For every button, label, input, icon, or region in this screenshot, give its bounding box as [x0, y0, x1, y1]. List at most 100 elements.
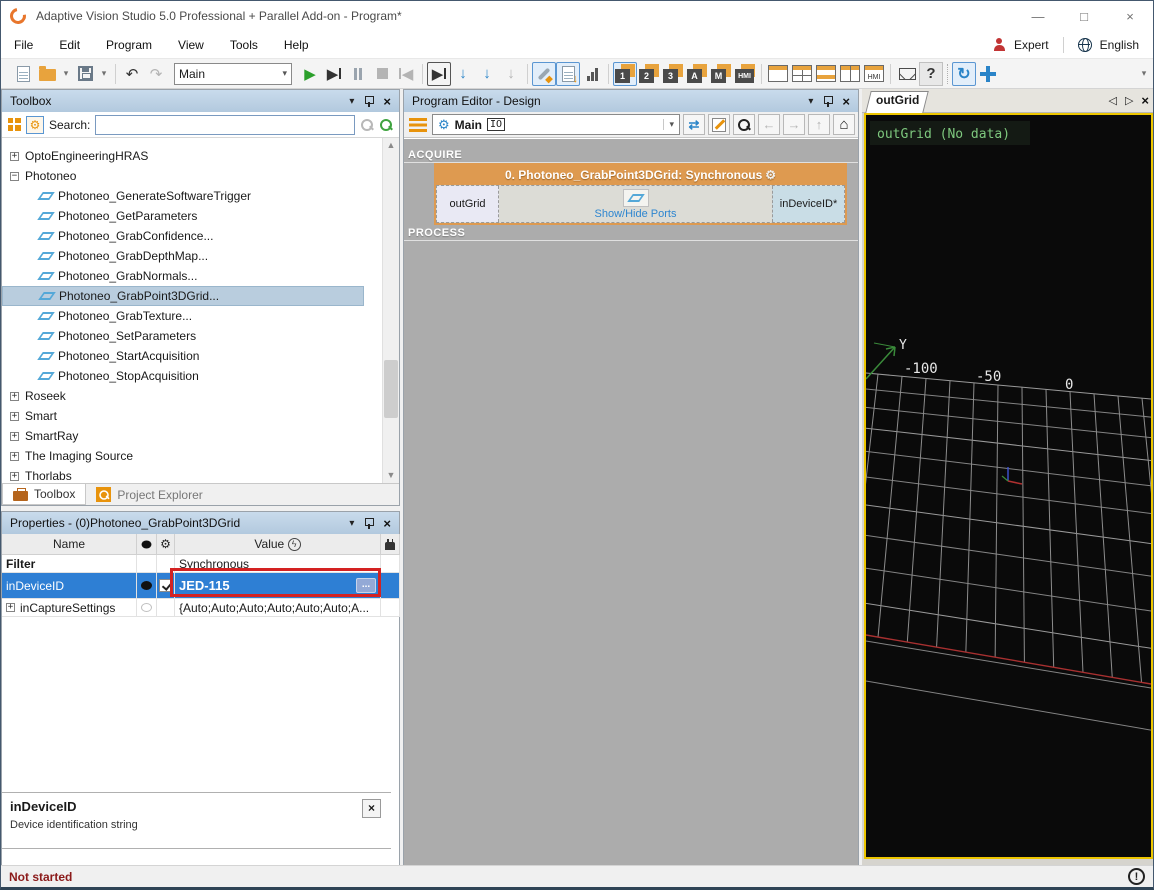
layout-single-button[interactable] [766, 62, 790, 86]
description-close-button[interactable]: × [362, 799, 381, 818]
tree-group-photoneo[interactable]: −Photoneo [2, 166, 399, 186]
tree-group-smartray[interactable]: +SmartRay [2, 426, 399, 446]
menu-program[interactable]: Program [93, 38, 165, 52]
pin-icon[interactable] [823, 95, 832, 107]
tree-item-grabconfidence[interactable]: Photoneo_GrabConfidence... [2, 226, 399, 246]
find-button[interactable] [733, 114, 755, 135]
combo-dropdown-arrow[interactable]: ▾ [276, 68, 287, 79]
menu-tools[interactable]: Tools [217, 38, 271, 52]
section-3-button[interactable]: 3 [661, 62, 685, 86]
tree-group-optoengineering[interactable]: +OptoEngineeringHRAS [2, 146, 399, 166]
clear-search-icon[interactable] [360, 118, 374, 132]
tools-wrench-toggle[interactable] [532, 62, 556, 86]
prop-row-indeviceid-check[interactable] [157, 573, 175, 599]
tree-scrollbar[interactable]: ▲▼ [382, 138, 399, 483]
prop-row-incapturesettings-eye[interactable] [137, 599, 157, 617]
tree-group-thorlabs[interactable]: +Thorlabs [2, 466, 399, 483]
filter-settings-toggle[interactable]: ⚙ [26, 116, 44, 134]
toolbar-overflow-button[interactable]: ▾ [1139, 62, 1153, 86]
program-outline-toggle[interactable]: ↓ [556, 62, 580, 86]
undo-button[interactable]: ↶ [120, 62, 144, 86]
expander-icon[interactable]: + [6, 603, 15, 612]
tree-item-grabnormals[interactable]: Photoneo_GrabNormals... [2, 266, 399, 286]
combo-dropdown-arrow[interactable]: ▾ [663, 119, 674, 130]
tab-outgrid[interactable]: outGrid [876, 93, 919, 107]
macrofilter-list-button[interactable] [407, 113, 429, 137]
save-dropdown-arrow[interactable]: ▾ [97, 62, 111, 86]
redo-button[interactable]: ↷ [144, 62, 168, 86]
layout-rows-button[interactable] [814, 62, 838, 86]
tab-toolbox[interactable]: Toolbox [2, 484, 86, 505]
menu-view[interactable]: View [165, 38, 217, 52]
navigate-up-button[interactable]: ↑ [808, 114, 830, 135]
layout-columns-button[interactable] [838, 62, 862, 86]
layout-quad-button[interactable] [790, 62, 814, 86]
panel-menu-arrow-icon[interactable]: ▾ [349, 96, 354, 107]
stop-button[interactable] [370, 62, 394, 86]
panel-menu-arrow-icon[interactable]: ▾ [349, 518, 354, 529]
tab-project-explorer[interactable]: Project Explorer [86, 484, 212, 505]
prop-row-indeviceid-eye[interactable] [137, 573, 157, 599]
open-program-button[interactable] [35, 62, 59, 86]
layout-hmi-button[interactable]: HMI [862, 62, 886, 86]
language-button[interactable]: English [1100, 38, 1139, 52]
prop-row-filter-name[interactable]: Filter [2, 555, 137, 573]
open-dropdown-arrow[interactable]: ▾ [59, 62, 73, 86]
statistics-button[interactable] [580, 62, 604, 86]
tree-item-generatesoftwaretrigger[interactable]: Photoneo_GenerateSoftwareTrigger [2, 186, 399, 206]
show-hide-ports[interactable]: Show/Hide Ports [499, 186, 772, 222]
run-button[interactable]: ▶ [298, 62, 322, 86]
prop-row-filter-value[interactable]: Synchronous [175, 555, 381, 573]
section-main-button[interactable]: M [709, 62, 733, 86]
panel-close-icon[interactable]: × [842, 94, 850, 109]
tree-item-grabtexture[interactable]: Photoneo_GrabTexture... [2, 306, 399, 326]
navigate-forward-button[interactable]: → [783, 114, 805, 135]
search-input[interactable] [95, 115, 355, 135]
expert-mode-button[interactable]: Expert [1014, 38, 1049, 52]
ellipsis-button[interactable]: ... [356, 578, 376, 593]
panel-close-icon[interactable]: × [383, 516, 391, 531]
categories-icon[interactable] [8, 118, 21, 131]
panel-close-icon[interactable]: × [383, 94, 391, 109]
prop-row-incapturesettings-value[interactable]: {Auto;Auto;Auto;Auto;Auto;Auto;A... [175, 599, 381, 617]
column-header-connect[interactable] [381, 534, 400, 555]
pin-icon[interactable] [364, 517, 373, 529]
warning-icon[interactable]: ! [1128, 868, 1145, 885]
step-out-button[interactable]: ↓ [499, 62, 523, 86]
tab-scroll-left-icon[interactable]: ◁ [1108, 94, 1116, 107]
minimize-button[interactable]: — [1015, 1, 1061, 31]
outgrid-port[interactable]: outGrid [437, 186, 499, 222]
tree-item-stopacquisition[interactable]: Photoneo_StopAcquisition [2, 366, 399, 386]
program-canvas[interactable]: ACQUIRE 0. Photoneo_GrabPoint3DGrid: Syn… [404, 139, 858, 868]
prop-row-incapturesettings-name[interactable]: +inCaptureSettings [2, 599, 137, 617]
feedback-envelope-button[interactable] [895, 62, 919, 86]
column-header-visibility[interactable] [137, 534, 157, 555]
new-program-button[interactable] [11, 62, 35, 86]
section-1-button[interactable]: 1 [613, 62, 637, 86]
iterate-button[interactable]: ▶ [322, 62, 346, 86]
navigate-back-button[interactable]: ← [758, 114, 780, 135]
tree-item-setparameters[interactable]: Photoneo_SetParameters [2, 326, 399, 346]
macrofilter-combo[interactable]: ⚙ Main IO ▾ [432, 114, 680, 135]
indeviceid-port[interactable]: inDeviceID* [772, 186, 844, 222]
previous-iteration-button[interactable]: ◀ [394, 62, 418, 86]
tree-item-grabdepthmap[interactable]: Photoneo_GrabDepthMap... [2, 246, 399, 266]
rotate-view-toggle[interactable]: ↻ [952, 62, 976, 86]
prop-row-indeviceid-name[interactable]: inDeviceID [2, 573, 137, 599]
column-header-value[interactable]: Value ϟ [175, 534, 381, 555]
outgrid-3d-view[interactable]: outGrid (No data) Y -100 -50 0 [864, 113, 1153, 859]
checkbox-checked-icon[interactable] [159, 579, 172, 592]
panel-menu-arrow-icon[interactable]: ▾ [808, 96, 813, 107]
pan-view-button[interactable] [976, 62, 1000, 86]
filter-block-header[interactable]: 0. Photoneo_GrabPoint3DGrid: Synchronous… [436, 165, 845, 185]
advanced-search-icon[interactable] [379, 118, 393, 132]
filter-block-grabpoint3dgrid[interactable]: 0. Photoneo_GrabPoint3DGrid: Synchronous… [434, 163, 847, 225]
gear-icon[interactable]: ⚙ [765, 168, 776, 182]
step-over-button[interactable]: ↓ [475, 62, 499, 86]
tree-item-getparameters[interactable]: Photoneo_GetParameters [2, 206, 399, 226]
tree-item-grabpoint3dgrid-selected[interactable]: Photoneo_GrabPoint3DGrid... [2, 286, 364, 306]
switch-instance-button[interactable]: ⇄ [683, 114, 705, 135]
program-selector-combo[interactable]: Main▾ [174, 63, 292, 85]
menu-file[interactable]: File [1, 38, 46, 52]
close-button[interactable]: × [1107, 1, 1153, 31]
